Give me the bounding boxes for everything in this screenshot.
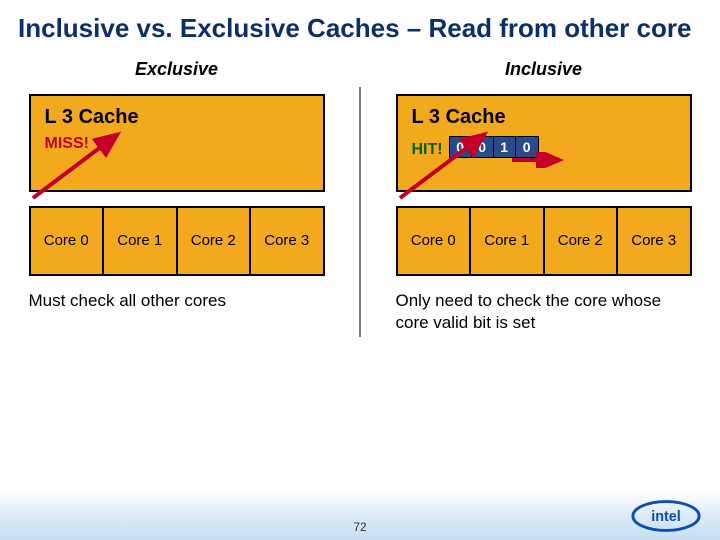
exclusive-explain: Must check all other cores xyxy=(29,290,325,313)
core-cell: Core 2 xyxy=(543,206,617,276)
inclusive-column: Inclusive L 3 Cache HIT! 0 0 1 0 xyxy=(385,55,702,337)
core-cell: Core 0 xyxy=(396,206,470,276)
columns: Exclusive L 3 Cache MISS! Core 0 Core 1 … xyxy=(0,55,720,337)
exclusive-cores-row: Core 0 Core 1 Core 2 Core 3 xyxy=(29,206,325,276)
hit-label: HIT! xyxy=(412,141,443,159)
core-cell: Core 0 xyxy=(29,206,103,276)
valid-bits: 0 0 1 0 xyxy=(449,136,539,158)
svg-text:intel: intel xyxy=(651,509,681,525)
core-cell: Core 2 xyxy=(176,206,250,276)
core-cell: Core 1 xyxy=(469,206,543,276)
footer-bar: 72 intel xyxy=(0,492,720,540)
exclusive-column: Exclusive L 3 Cache MISS! Core 0 Core 1 … xyxy=(18,55,335,337)
exclusive-label: Exclusive xyxy=(135,59,218,80)
inclusive-explain: Only need to check the core whose core v… xyxy=(396,290,692,336)
bit-cell: 1 xyxy=(494,137,516,157)
exclusive-l3-box: L 3 Cache MISS! xyxy=(29,94,325,192)
bit-cell: 0 xyxy=(472,137,494,157)
core-cell: Core 3 xyxy=(616,206,692,276)
core-cell: Core 1 xyxy=(102,206,176,276)
column-divider xyxy=(359,87,361,337)
page-number: 72 xyxy=(353,520,366,534)
inclusive-l3-box: L 3 Cache HIT! 0 0 1 0 xyxy=(396,94,692,192)
miss-label: MISS! xyxy=(45,135,309,153)
bit-cell: 0 xyxy=(516,137,538,157)
inclusive-cores-row: Core 0 Core 1 Core 2 Core 3 xyxy=(396,206,692,276)
exclusive-l3-title: L 3 Cache xyxy=(45,106,309,129)
inclusive-label: Inclusive xyxy=(505,59,582,80)
intel-logo-icon: intel xyxy=(630,498,702,534)
core-cell: Core 3 xyxy=(249,206,325,276)
bit-cell: 0 xyxy=(450,137,472,157)
slide-title: Inclusive vs. Exclusive Caches – Read fr… xyxy=(0,0,720,55)
inclusive-l3-title: L 3 Cache xyxy=(412,106,676,129)
